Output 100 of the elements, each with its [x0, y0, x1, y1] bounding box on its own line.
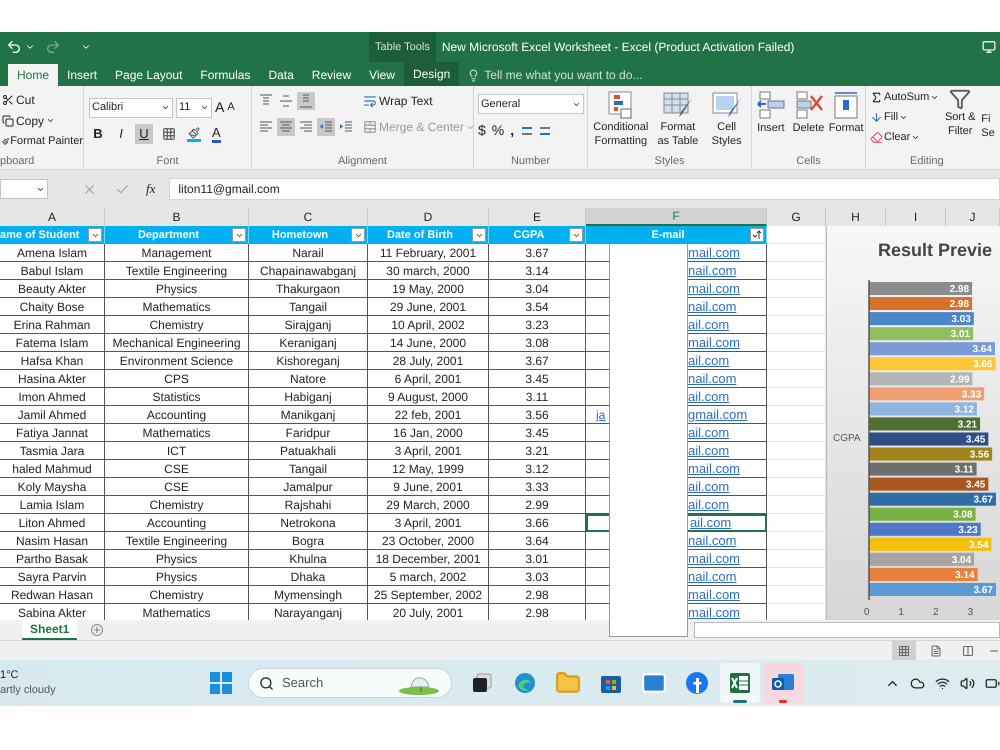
bar: 3.67	[869, 582, 996, 596]
email-link[interactable]: mail.com	[688, 242, 740, 262]
email-link[interactable]: ja	[596, 406, 606, 424]
social-app-icon	[685, 671, 709, 695]
table-cell: Kishoreganj	[249, 352, 368, 370]
formula-field[interactable]: liton11@gmail.com	[169, 178, 1000, 200]
number-format-field[interactable]: General	[478, 94, 584, 114]
add-sheet-icon[interactable]	[91, 624, 104, 636]
lightbulb-icon	[467, 68, 480, 82]
email-link[interactable]: mail.com	[688, 278, 740, 298]
undo-icon	[6, 39, 22, 55]
underline-button[interactable]: U	[135, 124, 153, 144]
ribbon-tab[interactable]: Design	[404, 62, 460, 86]
filter-dropdown[interactable]	[569, 228, 583, 242]
email-link[interactable]: ail.com	[688, 350, 730, 370]
email-link[interactable]: ail.com	[688, 494, 730, 514]
arrow-down-icon	[870, 111, 883, 124]
font-color-button[interactable]: A	[212, 126, 221, 142]
table-cell: 3.45	[489, 424, 586, 442]
filter-dropdown[interactable]	[232, 228, 246, 242]
styles-button[interactable]: Cell Styles	[702, 86, 751, 153]
insert-function-button[interactable]: fx	[146, 179, 156, 199]
table-cell: 3.66	[489, 514, 586, 532]
taskbar-button[interactable]	[720, 663, 760, 703]
ribbon-tab[interactable]: View	[360, 64, 404, 86]
data-label: 3.66	[973, 359, 994, 370]
email-link[interactable]: ail.com	[688, 422, 730, 442]
tell-me-field[interactable]: Tell me what you want to do...	[459, 64, 692, 86]
wrap-text-button[interactable]: Wrap Text	[363, 92, 475, 110]
align-icon	[319, 120, 333, 134]
ribbon-tab[interactable]: Formulas	[191, 64, 260, 86]
clear-button[interactable]: Clear	[870, 128, 940, 147]
email-link[interactable]: ail.com	[688, 440, 730, 460]
sort-dropdown[interactable]	[750, 228, 764, 242]
chart-area[interactable]: Result Previe CGPA 2.98 2.98 3.03 3.01 3.64 3.66 2.99 3.33 3.12 3.21 3.45 3.56 3.11 3.45 3.67 3.08 3.23 3.54 3.04 3.14 3.67 0 1 2 3	[826, 226, 1000, 620]
email-link[interactable]: mail.com	[688, 584, 740, 604]
email-link[interactable]: gmail.com	[688, 404, 748, 424]
horizontal-scrollbar[interactable]	[694, 622, 1000, 638]
spreadsheet-app-icon	[728, 671, 752, 695]
cells-button[interactable]: Insert	[752, 86, 790, 153]
tick-label: 0	[864, 607, 870, 618]
taskbar-search-field[interactable]: Search	[248, 668, 452, 698]
styles-button[interactable]: Conditional Formatting	[588, 86, 654, 153]
email-link[interactable]: ail.com	[688, 476, 730, 496]
currency-button[interactable]: $	[478, 120, 486, 141]
cloud-icon	[910, 676, 925, 690]
email-link[interactable]: nail.com	[688, 530, 736, 550]
sort-filter-button[interactable]: Sort & Filter	[941, 88, 980, 153]
styles-button[interactable]: Format as Table	[654, 86, 702, 153]
email-link[interactable]: mail.com	[688, 458, 740, 478]
start-icon[interactable]	[210, 672, 232, 694]
fill-color-icon[interactable]	[187, 126, 201, 142]
cells-button[interactable]: Delete	[790, 86, 828, 153]
view-icon	[962, 644, 974, 656]
cut-button[interactable]: Cut	[0, 90, 83, 109]
cells-button[interactable]: Format	[827, 86, 866, 153]
fill-button[interactable]: Fill	[870, 108, 940, 127]
bold-button[interactable]: B	[89, 124, 107, 144]
data-label: 3.03	[951, 314, 972, 326]
email-link[interactable]: nail.com	[688, 566, 736, 586]
alignment-button[interactable]	[277, 118, 295, 136]
ribbon-tab[interactable]: Data	[259, 64, 303, 86]
filter-dropdown[interactable]	[351, 228, 365, 242]
table-cell: Babul Islam	[0, 262, 105, 280]
column-header[interactable]: F	[586, 208, 767, 226]
bar: 3.12	[869, 402, 977, 416]
italic-button[interactable]: I	[112, 124, 130, 144]
font-size-field[interactable]: 11	[176, 98, 212, 118]
ribbon-tab[interactable]: Page Layout	[106, 64, 192, 86]
email-link[interactable]: mail.com	[688, 548, 740, 568]
autosum-button[interactable]: AutoSum	[870, 88, 940, 107]
find-select-button[interactable]: Fi Se	[981, 88, 995, 153]
comma-button[interactable]: ,	[510, 120, 514, 141]
email-link[interactable]: ail.com	[690, 513, 732, 533]
view-button[interactable]	[892, 641, 916, 660]
data-label: 3.56	[970, 450, 990, 461]
ribbon-tab[interactable]: Insert	[58, 64, 106, 86]
alignment-button[interactable]	[317, 118, 335, 136]
email-link[interactable]: nail.com	[688, 368, 736, 388]
grow-font-button[interactable]: A	[215, 97, 224, 118]
ribbon-tab[interactable]: Review	[302, 64, 360, 86]
temperature[interactable]: 1°C	[0, 668, 60, 683]
email-link[interactable]: nail.com	[688, 260, 736, 280]
format-painter-button[interactable]: Format Painter	[0, 132, 83, 151]
alignment-button[interactable]	[297, 92, 315, 110]
email-link[interactable]: nail.com	[688, 296, 736, 316]
eraser-icon	[870, 131, 883, 144]
percent-button[interactable]: %	[492, 120, 504, 141]
email-link[interactable]: ail.com	[688, 386, 730, 406]
email-link[interactable]: mail.com	[688, 602, 740, 620]
filter-dropdown[interactable]	[472, 228, 486, 242]
sheet-tab[interactable]: Sheet1	[22, 620, 78, 640]
filter-dropdown[interactable]	[88, 228, 102, 242]
copy-button[interactable]: Copy	[0, 111, 83, 130]
email-link[interactable]: mail.com	[688, 332, 740, 352]
ribbon-tab[interactable]: Home	[8, 64, 58, 86]
shrink-font-button[interactable]: A	[227, 99, 235, 116]
weather-text[interactable]: artly cloudy	[0, 683, 60, 698]
email-link[interactable]: ail.com	[688, 314, 730, 334]
font-name-field[interactable]: Calibri	[89, 98, 173, 118]
